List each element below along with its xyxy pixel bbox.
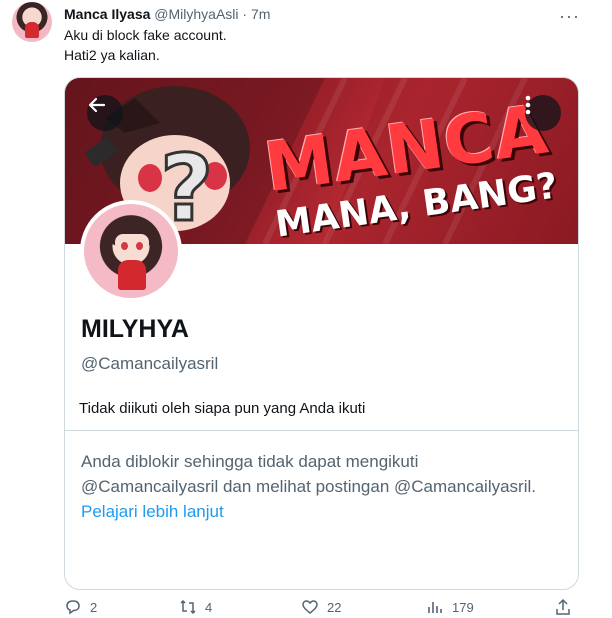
profile-card[interactable]: ? MANCA MANA, BANG? MILYHYA @Camancailya… bbox=[64, 77, 579, 590]
tweet-actions: 2 4 22 179 bbox=[64, 598, 584, 618]
author-avatar[interactable] bbox=[12, 2, 52, 42]
author-name[interactable]: Manca Ilyasa bbox=[64, 6, 150, 22]
blocked-notice: Anda diblokir sehingga tidak dapat mengi… bbox=[81, 449, 551, 524]
reply-button[interactable]: 2 bbox=[64, 598, 97, 616]
follow-note: Tidak diikuti oleh siapa pun yang Anda i… bbox=[79, 400, 366, 417]
separator-dot: · bbox=[242, 6, 248, 22]
tweet-text: Aku di block fake account. Hati2 ya kali… bbox=[64, 25, 227, 65]
learn-more-link[interactable]: Pelajari lebih lanjut bbox=[81, 502, 224, 521]
views-button[interactable]: 179 bbox=[426, 598, 474, 616]
blocked-text: Anda diblokir sehingga tidak dapat mengi… bbox=[81, 452, 536, 496]
reply-icon bbox=[66, 600, 80, 615]
like-count: 22 bbox=[327, 599, 342, 615]
back-button[interactable] bbox=[87, 95, 123, 131]
views-icon bbox=[428, 602, 442, 613]
profile-avatar[interactable] bbox=[80, 200, 182, 302]
more-vertical-icon bbox=[525, 95, 531, 115]
reply-count: 2 bbox=[90, 599, 98, 615]
author-handle[interactable]: @MilyhyaAsli bbox=[154, 6, 238, 22]
more-horizontal-icon: ··· bbox=[559, 6, 580, 26]
share-button[interactable] bbox=[554, 598, 572, 616]
views-count: 179 bbox=[452, 599, 474, 615]
more-options-button[interactable]: ··· bbox=[559, 6, 580, 27]
profile-more-button[interactable] bbox=[525, 95, 561, 131]
tweet-time[interactable]: 7m bbox=[251, 6, 270, 22]
share-icon bbox=[556, 598, 570, 615]
divider bbox=[65, 430, 578, 431]
retweet-icon bbox=[180, 599, 196, 615]
tweet-header: Manca Ilyasa @MilyhyaAsli · 7m bbox=[64, 5, 270, 23]
heart-icon bbox=[302, 600, 318, 614]
profile-handle: @Camancailyasril bbox=[81, 354, 219, 373]
profile-name: MILYHYA bbox=[81, 315, 189, 343]
like-button[interactable]: 22 bbox=[301, 598, 341, 616]
retweet-button[interactable]: 4 bbox=[179, 598, 212, 616]
arrow-left-icon bbox=[88, 97, 106, 113]
tweet-text-line: Hati2 ya kalian. bbox=[64, 47, 160, 63]
retweet-count: 4 bbox=[205, 599, 213, 615]
tweet-text-line: Aku di block fake account. bbox=[64, 27, 227, 43]
